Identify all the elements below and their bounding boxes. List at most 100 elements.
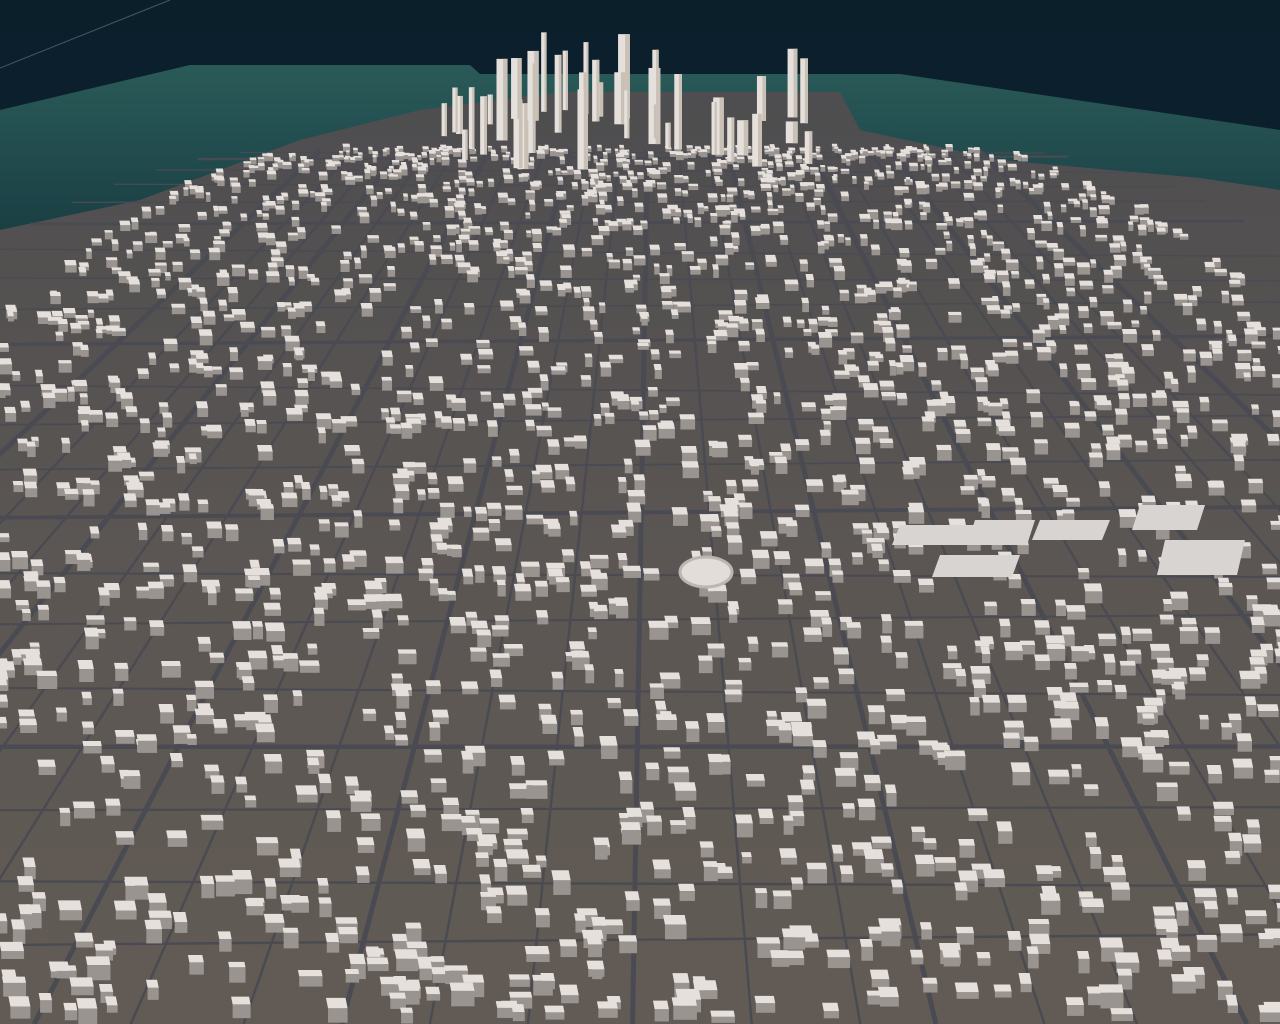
- building: [286, 414, 303, 421]
- building: [839, 674, 855, 685]
- building-roof: [1108, 196, 1115, 200]
- building: [326, 166, 336, 170]
- building-roof: [409, 462, 427, 468]
- building: [755, 893, 768, 909]
- building: [332, 500, 342, 507]
- building: [739, 323, 749, 332]
- building-roof: [650, 169, 661, 175]
- building-roof: [541, 146, 549, 150]
- building-roof: [1195, 318, 1207, 325]
- building-roof: [356, 206, 368, 210]
- building-roof: [876, 313, 888, 318]
- building: [1066, 501, 1081, 507]
- building: [801, 789, 815, 795]
- building-roof: [888, 360, 897, 367]
- building: [487, 508, 502, 516]
- building: [126, 412, 138, 417]
- building: [1234, 767, 1254, 779]
- building-roof: [23, 481, 38, 489]
- building: [267, 174, 277, 180]
- building: [316, 326, 326, 334]
- building-roof: [561, 549, 575, 556]
- building-roof: [159, 574, 175, 580]
- building-roof: [1117, 434, 1133, 440]
- building-roof: [936, 444, 952, 451]
- building-roof: [36, 311, 52, 318]
- building-roof: [469, 156, 478, 159]
- building-roof: [805, 479, 824, 486]
- building-roof: [1212, 801, 1234, 809]
- building: [956, 933, 974, 945]
- building: [463, 576, 474, 585]
- building: [211, 782, 225, 794]
- building-roof: [460, 815, 476, 823]
- building: [491, 678, 503, 687]
- building: [778, 208, 784, 214]
- building: [468, 421, 478, 426]
- building-roof: [980, 176, 987, 179]
- tower-shade: [678, 73, 682, 150]
- building-roof: [770, 950, 790, 959]
- 3d-map-viewport[interactable]: [0, 0, 1280, 1024]
- building-roof: [878, 559, 890, 565]
- building: [600, 367, 612, 377]
- building: [1169, 766, 1190, 775]
- building-roof: [212, 718, 228, 728]
- building-roof: [487, 145, 493, 148]
- building-roof: [1007, 931, 1022, 940]
- building: [981, 654, 991, 664]
- building: [183, 189, 189, 196]
- building-roof: [1141, 753, 1164, 760]
- building: [599, 305, 606, 314]
- building-roof: [117, 271, 131, 277]
- building-roof: [351, 458, 365, 465]
- building-roof: [665, 329, 674, 335]
- building-roof: [392, 498, 404, 503]
- building-roof: [1117, 548, 1127, 556]
- building-roof: [539, 280, 553, 286]
- building: [261, 330, 276, 338]
- building: [417, 494, 426, 501]
- building-roof: [107, 455, 123, 461]
- building: [878, 741, 897, 750]
- building-roof: [1009, 457, 1027, 466]
- building-roof: [1099, 937, 1124, 948]
- building-roof: [262, 202, 270, 206]
- building: [981, 506, 990, 519]
- building: [840, 171, 850, 175]
- building-roof: [463, 302, 475, 308]
- building: [62, 443, 71, 453]
- building-roof: [1065, 497, 1081, 502]
- building-roof: [796, 319, 805, 324]
- building-roof: [421, 315, 431, 321]
- building: [802, 302, 810, 313]
- building: [1033, 187, 1043, 195]
- building: [1269, 892, 1280, 900]
- building-roof: [1045, 340, 1056, 346]
- building-roof: [656, 182, 667, 185]
- building-roof: [1041, 885, 1057, 895]
- building-roof: [215, 168, 224, 173]
- building-roof: [16, 876, 35, 886]
- building-roof: [573, 435, 587, 442]
- building: [984, 606, 998, 616]
- building: [997, 206, 1004, 213]
- building: [623, 167, 630, 171]
- building-roof: [1182, 302, 1193, 307]
- building-roof: [765, 257, 777, 262]
- building-roof: [586, 936, 602, 945]
- building: [88, 312, 95, 318]
- building-roof: [325, 810, 342, 819]
- building-roof: [372, 151, 379, 155]
- building: [326, 942, 340, 953]
- building-roof: [536, 150, 546, 154]
- building-roof: [232, 621, 252, 629]
- building-roof: [555, 362, 568, 366]
- tower-shade: [653, 104, 657, 139]
- building-roof: [839, 752, 859, 759]
- building-roof: [325, 163, 336, 167]
- building-roof: [774, 456, 788, 464]
- building-roof: [980, 646, 991, 655]
- building-roof: [476, 180, 484, 184]
- building: [417, 196, 428, 204]
